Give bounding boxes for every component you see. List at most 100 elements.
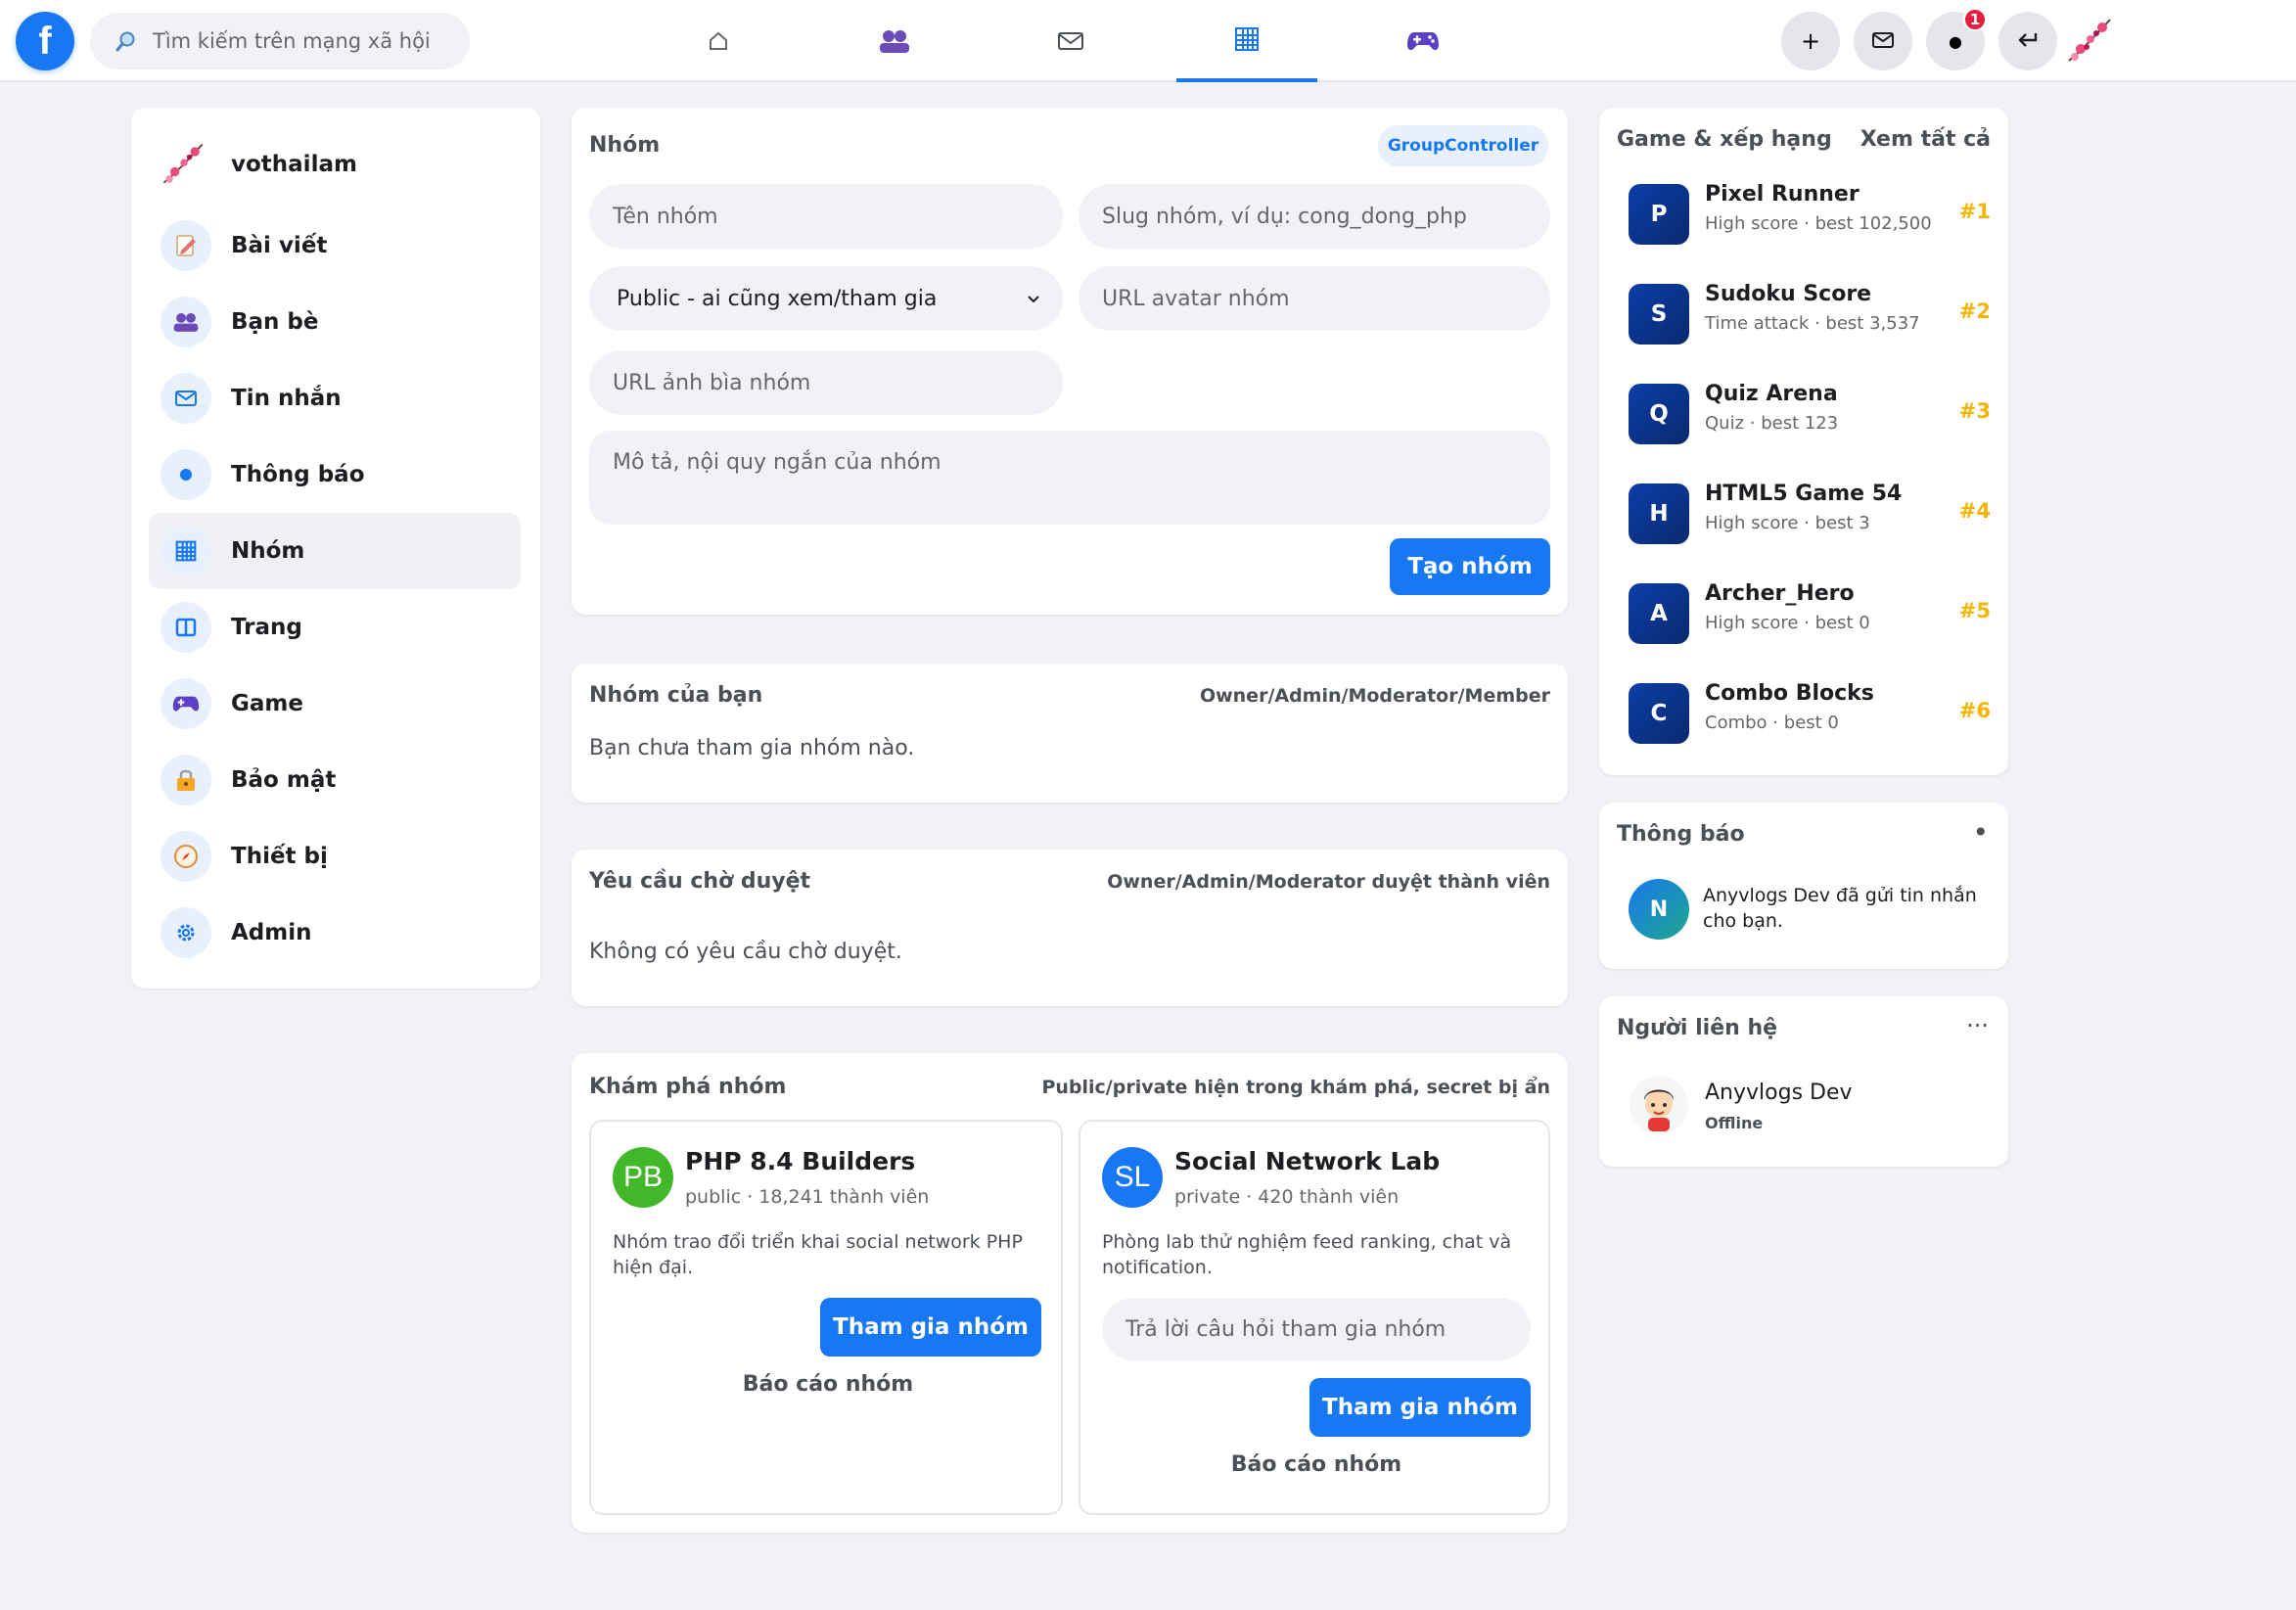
group-cover-url-input[interactable] (589, 350, 1063, 415)
page-icon (161, 602, 211, 653)
report-group-link[interactable]: Báo cáo nhóm (591, 1372, 1065, 1397)
game-rank: #2 (1958, 299, 1991, 323)
notifications-button[interactable]: ● 1 (1926, 8, 1987, 70)
search-box[interactable] (90, 13, 470, 69)
sidebar-item-groups[interactable]: Nhóm (149, 513, 521, 589)
game-item[interactable]: H HTML5 Game 54 High score · best 3 #4 (1629, 476, 1991, 554)
card-title: Nhóm (589, 133, 661, 158)
game-item[interactable]: P Pixel Runner High score · best 102,500… (1629, 176, 1991, 254)
avatar (157, 137, 211, 192)
create-button[interactable]: + (1781, 12, 1840, 70)
chevron-down-icon (1026, 288, 1041, 312)
privacy-select-value: Public - ai cũng xem/tham gia (617, 286, 938, 311)
notification-item[interactable]: N Anyvlogs Dev đã gửi tin nhắn cho bạn. (1629, 879, 1991, 947)
username: vothailam (231, 152, 357, 177)
empty-state-text: Không có yêu cầu chờ duyệt. (589, 940, 902, 964)
contact-status: Offline (1705, 1114, 1764, 1132)
explore-groups-card: Khám phá nhóm Public/private hiện trong … (572, 1053, 1568, 1533)
game-rank: #1 (1958, 200, 1991, 223)
sidebar-item-label: Bạn bè (231, 309, 319, 335)
notification-text: Anyvlogs Dev đã gửi tin nhắn cho bạn. (1703, 885, 1977, 932)
game-item[interactable]: Q Quiz Arena Quiz · best 123 #3 (1629, 376, 1991, 454)
groups-tab[interactable] (1176, 0, 1317, 82)
sidebar-item-messages[interactable]: Tin nhắn (149, 360, 521, 437)
game-rank: #4 (1958, 499, 1991, 523)
gaming-tab[interactable] (1353, 0, 1493, 82)
more-options-icon[interactable]: ··· (1966, 1012, 1989, 1039)
sidebar-item-label: Trang (231, 615, 302, 640)
return-arrow-icon (2016, 27, 2040, 55)
game-item[interactable]: A Archer_Hero High score · best 0 #5 (1629, 575, 1991, 654)
top-navbar: f + ● 1 (0, 0, 2296, 82)
game-meta: High score · best 3 (1705, 513, 1870, 533)
join-question-answer-input[interactable] (1102, 1298, 1531, 1360)
group-slug-input[interactable] (1079, 184, 1550, 249)
create-group-button[interactable]: Tạo nhóm (1390, 538, 1550, 595)
sidebar-item-security[interactable]: Bảo mật (149, 742, 521, 818)
mail-icon (161, 373, 211, 424)
gear-icon (161, 907, 211, 958)
sidebar-item-label: Nhóm (231, 538, 305, 564)
card-title: Game & xếp hạng (1617, 127, 1832, 152)
sidebar-item-posts[interactable]: Bài viết (149, 207, 521, 284)
games-leaderboard-card: Game & xếp hạng Xem tất cả P Pixel Runne… (1599, 108, 2008, 775)
facebook-logo[interactable]: f (16, 12, 74, 70)
dot-icon: ● (1949, 31, 1962, 51)
sidebar-item-friends[interactable]: Bạn bè (149, 284, 521, 360)
contacts-card: Người liên hệ ··· Anyvlogs Dev Offline (1599, 996, 2008, 1167)
group-description: Phòng lab thử nghiệm feed ranking, chat … (1102, 1231, 1512, 1278)
card-subtitle: Owner/Admin/Moderator duyệt thành viên (1107, 871, 1550, 893)
game-rank: #3 (1958, 399, 1991, 423)
join-group-button[interactable]: Tham gia nhóm (1309, 1378, 1531, 1437)
group-avatar: SL (1102, 1147, 1163, 1208)
search-input[interactable] (153, 29, 446, 53)
game-icon: P (1629, 184, 1689, 245)
group-name-input[interactable] (589, 184, 1063, 249)
sidebar-item-game[interactable]: Game (149, 666, 521, 742)
sidebar-item-notifications[interactable]: Thông báo (149, 437, 521, 513)
profile-avatar[interactable] (2061, 12, 2120, 70)
group-meta: private · 420 thành viên (1174, 1186, 1400, 1208)
group-description: Nhóm trao đổi triển khai social network … (613, 1231, 1023, 1278)
game-item[interactable]: S Sudoku Score Time attack · best 3,537 … (1629, 276, 1991, 354)
group-meta: public · 18,241 thành viên (685, 1186, 930, 1208)
grid-icon (161, 526, 211, 576)
game-meta: Combo · best 0 (1705, 713, 1839, 733)
sidebar-item-label: Admin (231, 920, 312, 945)
logout-button[interactable] (1998, 12, 2057, 70)
join-group-button[interactable]: Tham gia nhóm (820, 1298, 1041, 1357)
group-description-textarea[interactable] (589, 431, 1550, 525)
group-name[interactable]: Social Network Lab (1174, 1147, 1440, 1175)
friends-tab[interactable] (824, 0, 965, 82)
gamepad-icon (161, 678, 211, 729)
privacy-select[interactable]: Public - ai cũng xem/tham gia (589, 266, 1063, 331)
contact-item[interactable]: Anyvlogs Dev Offline (1629, 1075, 1991, 1143)
sidebar-item-label: Bảo mật (231, 767, 337, 793)
group-name[interactable]: PHP 8.4 Builders (685, 1147, 915, 1175)
card-title: Yêu cầu chờ duyệt (589, 869, 811, 894)
game-icon: Q (1629, 384, 1689, 444)
avatar (1629, 1075, 1689, 1135)
grid-icon (1234, 26, 1260, 52)
sidebar-item-label: Game (231, 691, 303, 716)
sidebar-item-pages[interactable]: Trang (149, 589, 521, 666)
see-all-link[interactable]: Xem tất cả (1860, 127, 1991, 152)
card-subtitle: Public/private hiện trong khám phá, secr… (1041, 1077, 1550, 1098)
card-title: Người liên hệ (1617, 1016, 1778, 1040)
game-name: Combo Blocks (1705, 681, 1874, 706)
sidebar-item-devices[interactable]: Thiết bị (149, 818, 521, 895)
group-avatar-url-input[interactable] (1079, 266, 1550, 331)
sidebar-item-label: Thiết bị (231, 844, 328, 869)
compass-icon (161, 831, 211, 882)
report-group-link[interactable]: Báo cáo nhóm (1080, 1452, 1552, 1477)
game-item[interactable]: C Combo Blocks Combo · best 0 #6 (1629, 675, 1991, 754)
sidebar-item-admin[interactable]: Admin (149, 895, 521, 971)
messenger-button[interactable] (1854, 12, 1912, 70)
profile-link[interactable]: vothailam (157, 137, 357, 192)
notifications-card: Thông báo • N Anyvlogs Dev đã gửi tin nh… (1599, 803, 2008, 969)
game-name: Quiz Arena (1705, 382, 1838, 406)
friends-icon (878, 28, 911, 54)
game-meta: High score · best 0 (1705, 613, 1870, 633)
messages-tab[interactable] (1000, 0, 1141, 82)
home-tab[interactable] (648, 0, 789, 82)
